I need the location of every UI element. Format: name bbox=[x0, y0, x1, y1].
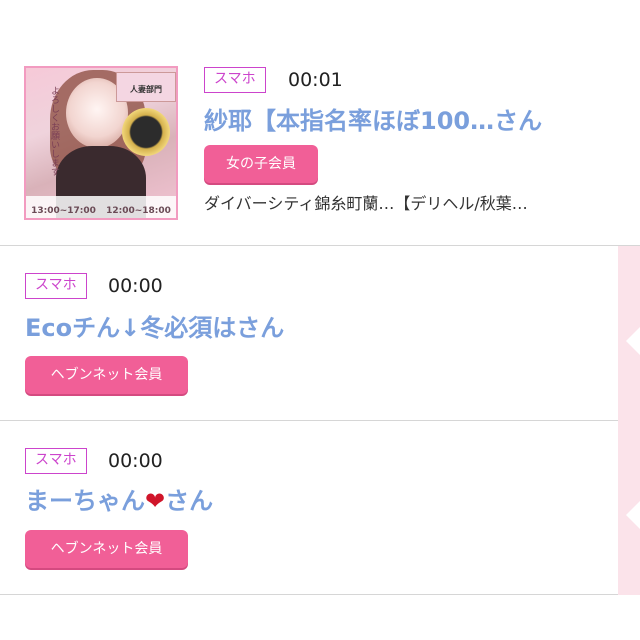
shop-name-link[interactable]: ダイバーシティ錦糸町蘭…【デリヘル/秋葉… bbox=[204, 193, 528, 215]
device-tag: スマホ bbox=[25, 273, 87, 299]
thumbnail-side-text: よろしくお願いします bbox=[49, 86, 59, 176]
user-name-link[interactable]: まーちゃん❤さん bbox=[25, 486, 213, 516]
device-tag: スマホ bbox=[204, 67, 266, 93]
thumbnail-ribbon-text: 人妻部門 bbox=[130, 85, 162, 94]
list-item[interactable]: スマホ 00:00 まーちゃん❤さん ヘブンネット会員 bbox=[0, 421, 618, 595]
award-medal-icon bbox=[122, 108, 170, 156]
user-name-suffix: さん bbox=[165, 487, 214, 515]
side-decoration-strip bbox=[618, 245, 640, 595]
post-time: 00:01 bbox=[288, 69, 343, 91]
user-name-prefix: まーちゃん bbox=[25, 487, 145, 515]
strip-notch bbox=[626, 327, 640, 355]
device-tag: スマホ bbox=[25, 448, 87, 474]
user-name-link[interactable]: Ecoチん↓冬必須はさん bbox=[25, 313, 284, 343]
profile-thumbnail[interactable]: 人妻部門 よろしくお願いします 13:00~17:00 12:00~18:00 bbox=[24, 66, 178, 220]
strip-notch bbox=[626, 501, 640, 529]
thumbnail-time: 12:00~18:00 bbox=[106, 206, 171, 216]
list-item[interactable]: 人妻部門 よろしくお願いします 13:00~17:00 12:00~18:00 … bbox=[0, 0, 640, 246]
user-name-link[interactable]: 紗耶【本指名率ほぼ100…さん bbox=[204, 106, 542, 136]
member-type-badge: ヘブンネット会員 bbox=[25, 530, 188, 568]
member-type-badge: 女の子会員 bbox=[204, 145, 318, 183]
member-type-badge: ヘブンネット会員 bbox=[25, 356, 188, 394]
post-time: 00:00 bbox=[108, 275, 163, 297]
thumbnail-time: 13:00~17:00 bbox=[31, 206, 96, 216]
heart-icon: ❤ bbox=[145, 487, 166, 515]
post-time: 00:00 bbox=[108, 450, 163, 472]
thumbnail-time-bar: 13:00~17:00 12:00~18:00 bbox=[26, 196, 176, 218]
list-item[interactable]: スマホ 00:00 Ecoチん↓冬必須はさん ヘブンネット会員 bbox=[0, 246, 618, 421]
